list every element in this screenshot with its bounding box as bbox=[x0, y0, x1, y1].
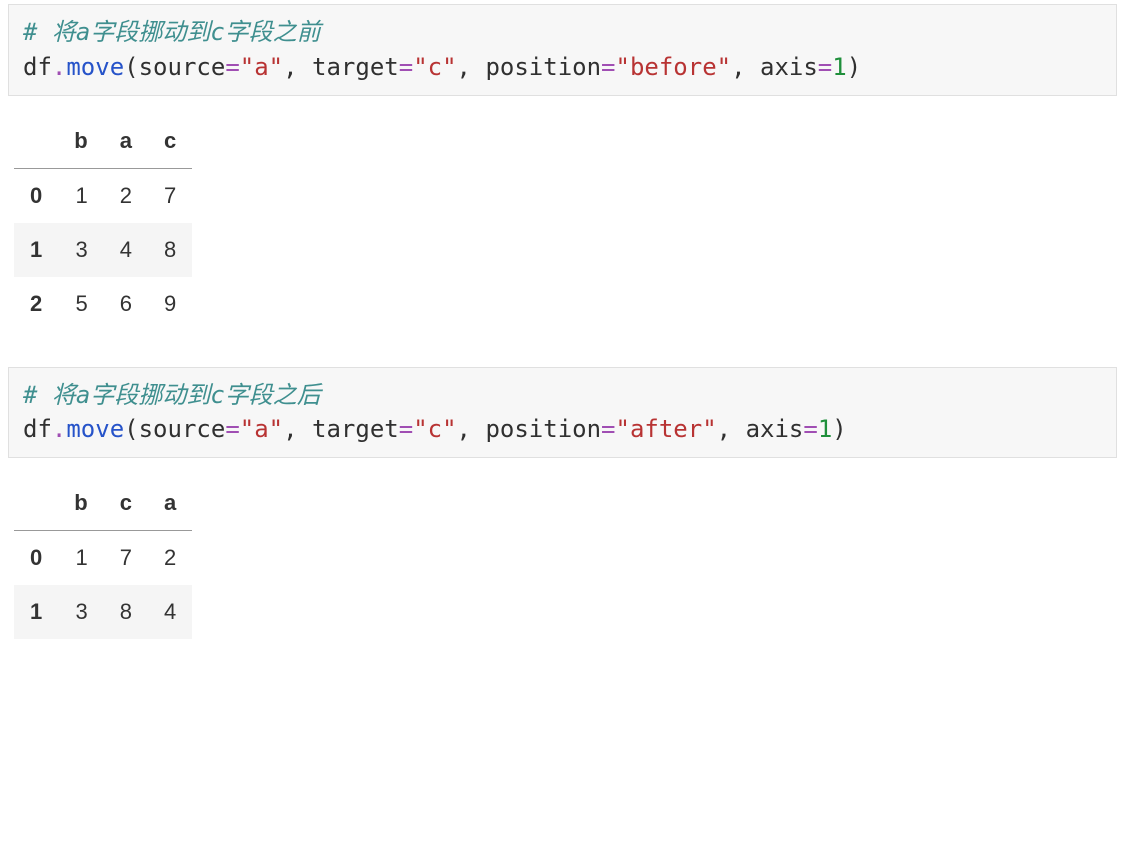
kw: target bbox=[312, 415, 399, 443]
table-corner bbox=[14, 476, 58, 531]
cell: 4 bbox=[104, 223, 148, 277]
cell: 1 bbox=[58, 531, 103, 586]
kw: source bbox=[139, 53, 226, 81]
code-token: df bbox=[23, 53, 52, 81]
row-index: 1 bbox=[14, 585, 58, 639]
str: "a" bbox=[240, 53, 283, 81]
eq: = bbox=[818, 53, 832, 81]
dot: . bbox=[52, 415, 66, 443]
eq: = bbox=[601, 415, 615, 443]
paren: ) bbox=[832, 415, 846, 443]
func: move bbox=[66, 53, 124, 81]
num: 1 bbox=[832, 53, 846, 81]
cell: 5 bbox=[58, 277, 103, 331]
table-row: 1 3 8 4 bbox=[14, 585, 192, 639]
str: "before" bbox=[616, 53, 732, 81]
kw: source bbox=[139, 415, 226, 443]
comma: , bbox=[457, 415, 486, 443]
str: "a" bbox=[240, 415, 283, 443]
table-row: 2 5 6 9 bbox=[14, 277, 192, 331]
row-index: 2 bbox=[14, 277, 58, 331]
str: "after" bbox=[616, 415, 717, 443]
table-corner bbox=[14, 114, 58, 169]
kw: target bbox=[312, 53, 399, 81]
code-comment: # 将a字段挪动到c字段之前 bbox=[23, 18, 321, 46]
row-index: 1 bbox=[14, 223, 58, 277]
str: "c" bbox=[413, 415, 456, 443]
col-header: a bbox=[148, 476, 192, 531]
row-index: 0 bbox=[14, 168, 58, 223]
eq: = bbox=[399, 53, 413, 81]
cell: 3 bbox=[58, 223, 103, 277]
col-header: a bbox=[104, 114, 148, 169]
cell: 9 bbox=[148, 277, 192, 331]
cell: 8 bbox=[148, 223, 192, 277]
eq: = bbox=[225, 415, 239, 443]
code-cell-1: # 将a字段挪动到c字段之前 df.move(source="a", targe… bbox=[8, 4, 1117, 96]
kw: axis bbox=[746, 415, 804, 443]
comma: , bbox=[731, 53, 760, 81]
paren: ( bbox=[124, 415, 138, 443]
paren: ( bbox=[124, 53, 138, 81]
code-comment: # 将a字段挪动到c字段之后 bbox=[23, 381, 321, 409]
eq: = bbox=[399, 415, 413, 443]
comma: , bbox=[717, 415, 746, 443]
dot: . bbox=[52, 53, 66, 81]
eq: = bbox=[803, 415, 817, 443]
cell: 7 bbox=[148, 168, 192, 223]
row-index: 0 bbox=[14, 531, 58, 586]
num: 1 bbox=[818, 415, 832, 443]
cell: 1 bbox=[58, 168, 103, 223]
output-table-1: b a c 0 1 2 7 1 3 4 8 2 5 6 9 bbox=[14, 114, 192, 331]
col-header: b bbox=[58, 114, 103, 169]
cell: 6 bbox=[104, 277, 148, 331]
kw: axis bbox=[760, 53, 818, 81]
code-cell-2: # 将a字段挪动到c字段之后 df.move(source="a", targe… bbox=[8, 367, 1117, 459]
eq: = bbox=[601, 53, 615, 81]
col-header: c bbox=[148, 114, 192, 169]
col-header: c bbox=[104, 476, 148, 531]
cell: 2 bbox=[104, 168, 148, 223]
func: move bbox=[66, 415, 124, 443]
comma: , bbox=[283, 415, 312, 443]
comma: , bbox=[457, 53, 486, 81]
code-token: df bbox=[23, 415, 52, 443]
col-header: b bbox=[58, 476, 103, 531]
cell: 2 bbox=[148, 531, 192, 586]
table-row: 1 3 4 8 bbox=[14, 223, 192, 277]
table-row: 0 1 7 2 bbox=[14, 531, 192, 586]
cell: 3 bbox=[58, 585, 103, 639]
eq: = bbox=[225, 53, 239, 81]
output-table-2: b c a 0 1 7 2 1 3 8 4 bbox=[14, 476, 192, 639]
kw: position bbox=[485, 53, 601, 81]
cell: 4 bbox=[148, 585, 192, 639]
paren: ) bbox=[847, 53, 861, 81]
kw: position bbox=[485, 415, 601, 443]
cell: 7 bbox=[104, 531, 148, 586]
table-row: 0 1 2 7 bbox=[14, 168, 192, 223]
cell: 8 bbox=[104, 585, 148, 639]
comma: , bbox=[283, 53, 312, 81]
str: "c" bbox=[413, 53, 456, 81]
